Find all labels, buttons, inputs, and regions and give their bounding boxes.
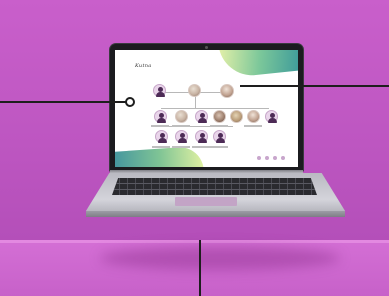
member-name-placeholder bbox=[172, 146, 190, 148]
carousel-dot[interactable] bbox=[272, 155, 278, 161]
keyboard-rows bbox=[112, 178, 317, 195]
person-silhouette-icon[interactable] bbox=[265, 110, 278, 123]
floor-edge bbox=[0, 240, 389, 243]
family-member-photo[interactable] bbox=[220, 84, 234, 98]
laptop-shadow bbox=[100, 246, 340, 270]
webcam-icon bbox=[205, 46, 208, 49]
member-name-placeholder bbox=[151, 125, 169, 127]
member-name-placeholder bbox=[192, 146, 210, 148]
circle-marker-icon bbox=[125, 97, 135, 107]
person-silhouette-icon[interactable] bbox=[195, 110, 208, 123]
family-member-photo[interactable] bbox=[230, 110, 243, 123]
carousel-dot[interactable] bbox=[256, 155, 262, 161]
person-silhouette-icon[interactable] bbox=[195, 130, 208, 143]
family-member-photo[interactable] bbox=[175, 110, 188, 123]
carousel-dots bbox=[256, 155, 286, 161]
site-title: Kutna bbox=[135, 63, 152, 69]
family-member-photo[interactable] bbox=[247, 110, 260, 123]
callout-line-right bbox=[240, 85, 389, 87]
carousel-dot[interactable] bbox=[280, 155, 286, 161]
laptop-screen: Kutna bbox=[115, 50, 298, 167]
tree-connector bbox=[161, 108, 269, 109]
callout-line-bottom bbox=[199, 240, 201, 296]
member-name-placeholder bbox=[210, 146, 228, 148]
member-name-placeholder bbox=[210, 125, 228, 127]
decorative-wave-top bbox=[218, 50, 298, 79]
family-member-photo[interactable] bbox=[188, 84, 201, 97]
member-name-placeholder bbox=[172, 125, 190, 127]
person-silhouette-icon[interactable] bbox=[213, 130, 226, 143]
laptop-lid: Kutna bbox=[110, 44, 303, 171]
scene: Kutna bbox=[0, 0, 389, 296]
person-silhouette-icon[interactable] bbox=[153, 84, 166, 97]
member-name-placeholder bbox=[244, 125, 262, 127]
person-silhouette-icon[interactable] bbox=[155, 130, 168, 143]
trackpad bbox=[175, 197, 237, 206]
person-silhouette-icon[interactable] bbox=[154, 110, 167, 123]
family-member-photo[interactable] bbox=[213, 110, 226, 123]
callout-line-left bbox=[0, 101, 126, 103]
laptop-base-front bbox=[86, 211, 345, 217]
member-name-placeholder bbox=[152, 146, 170, 148]
carousel-dot[interactable] bbox=[264, 155, 270, 161]
person-silhouette-icon[interactable] bbox=[175, 130, 188, 143]
decorative-wave-bottom bbox=[115, 145, 204, 167]
